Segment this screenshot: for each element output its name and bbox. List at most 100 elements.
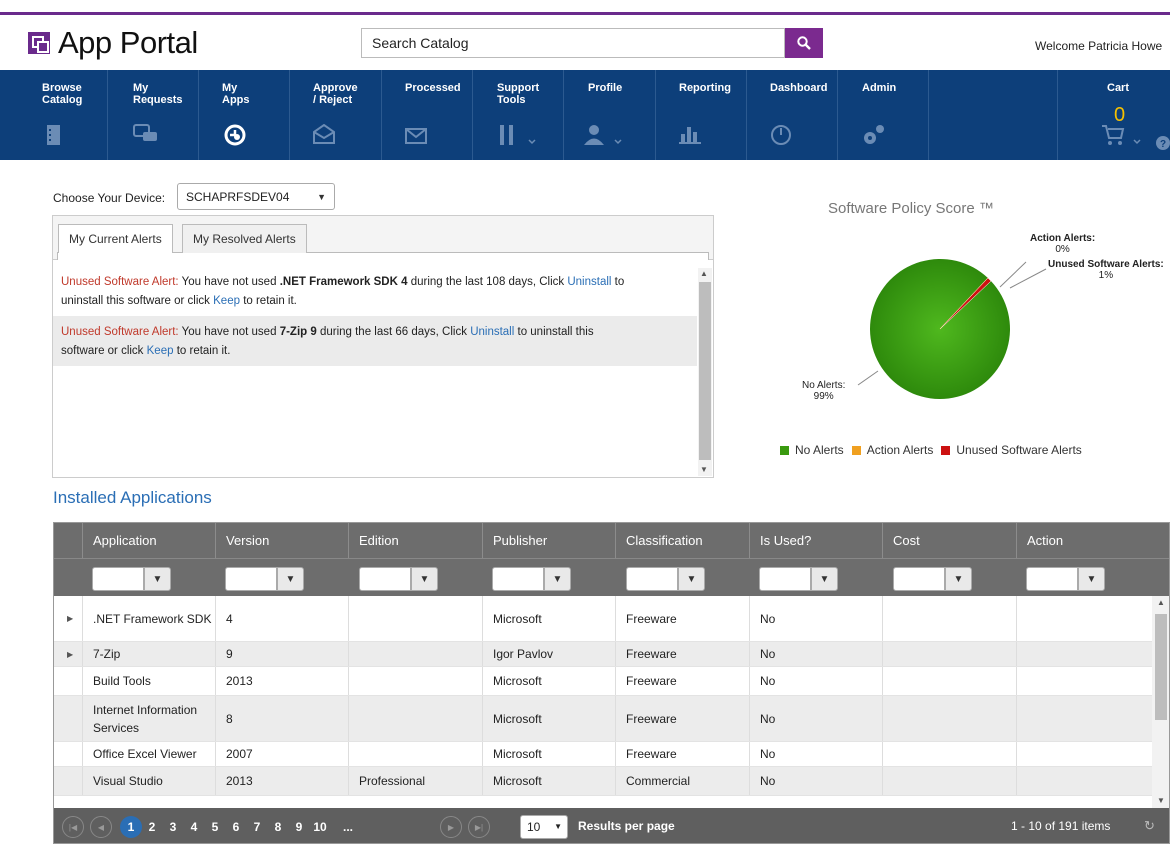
column-header-version[interactable]: Version (215, 523, 348, 558)
table-row[interactable]: Office Excel Viewer 2007 Microsoft Freeware… (54, 742, 1154, 767)
tab-my-resolved-alerts[interactable]: My Resolved Alerts (182, 224, 307, 253)
column-header-cost[interactable]: Cost (882, 523, 1016, 558)
uninstall-link[interactable]: Uninstall (567, 276, 611, 288)
cell-edition (348, 596, 482, 641)
leader-line (857, 370, 879, 386)
alert-text: You have not used (181, 326, 277, 338)
page-number[interactable]: 1 (120, 816, 142, 838)
column-header-edition[interactable]: Edition (348, 523, 482, 558)
cell-publisher: Microsoft (482, 696, 615, 741)
alert-item: Unused Software Alert: You have not used… (53, 266, 697, 316)
page-number[interactable]: 6 (225, 816, 247, 838)
filter-icon[interactable]: ▼ (277, 567, 304, 591)
scroll-down-icon[interactable]: ▼ (700, 465, 708, 474)
table-row[interactable]: Internet Information Services 8 Microsoft F… (54, 696, 1154, 742)
column-header-action[interactable]: Action (1016, 523, 1152, 558)
filter-icon[interactable]: ▼ (544, 567, 571, 591)
first-page-icon[interactable]: |◀ (62, 816, 84, 838)
filter-input[interactable] (626, 567, 678, 591)
filter-icon[interactable]: ▼ (945, 567, 972, 591)
column-header-publisher[interactable]: Publisher (482, 523, 615, 558)
page-number[interactable]: 8 (267, 816, 289, 838)
cell-edition (348, 742, 482, 766)
keep-link[interactable]: Keep (147, 345, 174, 357)
tab-my-current-alerts[interactable]: My Current Alerts (58, 224, 173, 253)
cell-version: 4 (215, 596, 348, 641)
nav-divider (289, 70, 290, 160)
legend-label: Unused Software Alerts (956, 443, 1082, 457)
scrollbar-thumb[interactable] (699, 282, 711, 460)
nav-divider (107, 70, 108, 160)
nav-label: Admin (862, 82, 897, 94)
alert-item: Unused Software Alert: You have not used… (53, 316, 697, 366)
tab-content-border (57, 252, 709, 260)
page-number[interactable]: 2 (141, 816, 163, 838)
table-row[interactable]: ▶ .NET Framework SDK 4 Microsoft Freeware No (54, 596, 1154, 642)
refresh-icon[interactable]: ↻ (1144, 818, 1155, 834)
table-row[interactable]: Build Tools 2013 Microsoft Freeware No (54, 667, 1154, 696)
grid-filter-row: ▼ ▼ ▼ ▼ ▼ ▼ ▼ ▼ (54, 558, 1169, 596)
column-header-is-used[interactable]: Is Used? (749, 523, 882, 558)
page-number[interactable]: 4 (183, 816, 205, 838)
grid-pager: |◀ ◀ 1 2 3 4 5 6 7 8 9 10... ▶ ▶| 10 ▼ Results pe… (54, 808, 1169, 843)
alert-list: Unused Software Alert: You have not used… (53, 266, 697, 366)
column-header-application[interactable]: Application (82, 523, 215, 558)
filter-input[interactable] (1026, 567, 1078, 591)
page-number[interactable]: 10 (309, 816, 331, 838)
next-page-icon[interactable]: ▶ (440, 816, 462, 838)
gears-icon (864, 125, 884, 144)
nav-label: Approve (313, 82, 358, 94)
installed-apps-title: Installed Applications (53, 488, 212, 507)
page-size-select[interactable]: 10 ▼ (520, 815, 568, 839)
search-input[interactable]: Search Catalog (361, 28, 785, 58)
app-logo[interactable]: App Portal (28, 25, 198, 61)
last-page-icon[interactable]: ▶| (468, 816, 490, 838)
filter-input[interactable] (359, 567, 411, 591)
filter-icon[interactable]: ▼ (678, 567, 705, 591)
cell-cost (882, 696, 1016, 741)
filter-input[interactable] (759, 567, 811, 591)
scroll-down-icon[interactable]: ▼ (1157, 796, 1165, 805)
alerts-scrollbar[interactable]: ▲ ▼ (698, 268, 712, 476)
filter-icon[interactable]: ▼ (811, 567, 838, 591)
expand-row-icon[interactable]: ▶ (67, 650, 73, 659)
page-number[interactable]: 9 (288, 816, 310, 838)
page-number[interactable]: ... (337, 816, 359, 838)
cell-cost (882, 742, 1016, 766)
filter-input[interactable] (893, 567, 945, 591)
filter-input[interactable] (492, 567, 544, 591)
prev-page-icon[interactable]: ◀ (90, 816, 112, 838)
cell-action (1016, 696, 1152, 741)
scroll-up-icon[interactable]: ▲ (700, 269, 708, 278)
cell-app: 7-Zip (82, 642, 215, 666)
cell-cost (882, 767, 1016, 795)
search-button[interactable] (785, 28, 823, 58)
scroll-up-icon[interactable]: ▲ (1157, 598, 1165, 607)
page-number[interactable]: 5 (204, 816, 226, 838)
cell-action (1016, 767, 1152, 795)
cell-version: 2013 (215, 667, 348, 695)
table-row[interactable]: ▶ 7-Zip 9 Igor Pavlov Freeware No (54, 642, 1154, 667)
expand-row-icon[interactable]: ▶ (67, 614, 73, 623)
device-select[interactable]: SCHAPRFSDEV04 ▼ (177, 183, 335, 210)
table-row[interactable]: Visual Studio 2013 Professional Microsoft Co… (54, 767, 1154, 796)
page-number[interactable]: 7 (246, 816, 268, 838)
column-header-classification[interactable]: Classification (615, 523, 749, 558)
page-number[interactable]: 3 (162, 816, 184, 838)
legend-swatch (851, 445, 861, 455)
filter-icon[interactable]: ▼ (144, 567, 171, 591)
filter-icon[interactable]: ▼ (1078, 567, 1105, 591)
cell-class: Freeware (615, 696, 749, 741)
cell-used: No (749, 742, 882, 766)
cell-app: .NET Framework SDK (82, 596, 215, 641)
keep-link[interactable]: Keep (213, 295, 240, 307)
filter-input[interactable] (225, 567, 277, 591)
grid-scrollbar[interactable]: ▲ ▼ (1152, 596, 1169, 808)
filter-input[interactable] (92, 567, 144, 591)
cell-edition (348, 642, 482, 666)
uninstall-link[interactable]: Uninstall (470, 326, 514, 338)
nav-label: Cart (1107, 82, 1130, 94)
help-icon[interactable]: ? (1156, 136, 1170, 150)
scrollbar-thumb[interactable] (1155, 614, 1167, 720)
filter-icon[interactable]: ▼ (411, 567, 438, 591)
